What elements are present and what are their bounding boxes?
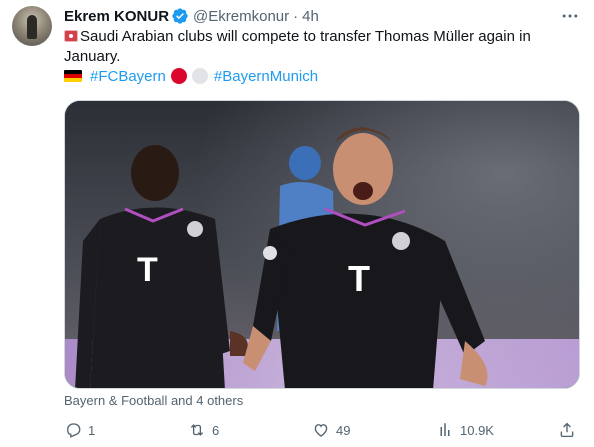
red-circle-icon	[170, 68, 187, 84]
retweet-icon	[190, 424, 204, 436]
retweet-button[interactable]: 6	[188, 419, 219, 441]
tweet-actions-bar: 1 6 49 10.9K	[64, 419, 580, 441]
hashtag-bayernmunich[interactable]: #BayernMunich	[214, 68, 318, 85]
svg-text:T: T	[348, 258, 370, 299]
avatar[interactable]	[12, 6, 52, 46]
views-count: 10.9K	[460, 422, 494, 438]
hashtag-line: #FCBayern #BayernMunich	[64, 66, 318, 86]
analytics-icon	[440, 423, 450, 436]
reply-count: 1	[88, 422, 96, 438]
tweet-timestamp[interactable]: 4h	[302, 8, 319, 25]
author-name[interactable]: Ekrem KONUR	[64, 8, 169, 25]
like-button[interactable]: 49	[312, 419, 350, 441]
share-button[interactable]	[558, 419, 582, 441]
tweet-photo[interactable]: T T	[64, 100, 580, 389]
header-separator: ·	[293, 7, 299, 25]
verified-badge-icon	[172, 8, 188, 24]
flag-emoji-icon	[64, 30, 78, 42]
reply-button[interactable]: 1	[64, 419, 95, 441]
reply-icon	[67, 423, 81, 438]
tweet-text: Saudi Arabian clubs will compete to tran…	[64, 27, 574, 67]
author-handle[interactable]: @Ekremkonur	[193, 8, 289, 25]
views-button[interactable]: 10.9K	[436, 419, 494, 441]
tweet-header: Ekrem KONUR @Ekremkonur · 4h	[64, 6, 319, 26]
heart-icon	[314, 424, 328, 437]
photo-illustration: T T	[65, 101, 579, 388]
like-count: 49	[336, 422, 351, 438]
tweet-body: Saudi Arabian clubs will compete to tran…	[64, 28, 531, 65]
germany-flag-icon	[64, 70, 82, 82]
white-circle-icon	[191, 68, 208, 84]
media-tags-caption[interactable]: Bayern & Football and 4 others	[64, 393, 243, 408]
svg-text:T: T	[137, 251, 158, 289]
hashtag-fcbayern[interactable]: #FCBayern	[90, 68, 166, 85]
more-icon[interactable]	[560, 6, 580, 26]
retweet-count: 6	[212, 422, 220, 438]
share-icon	[560, 422, 574, 438]
